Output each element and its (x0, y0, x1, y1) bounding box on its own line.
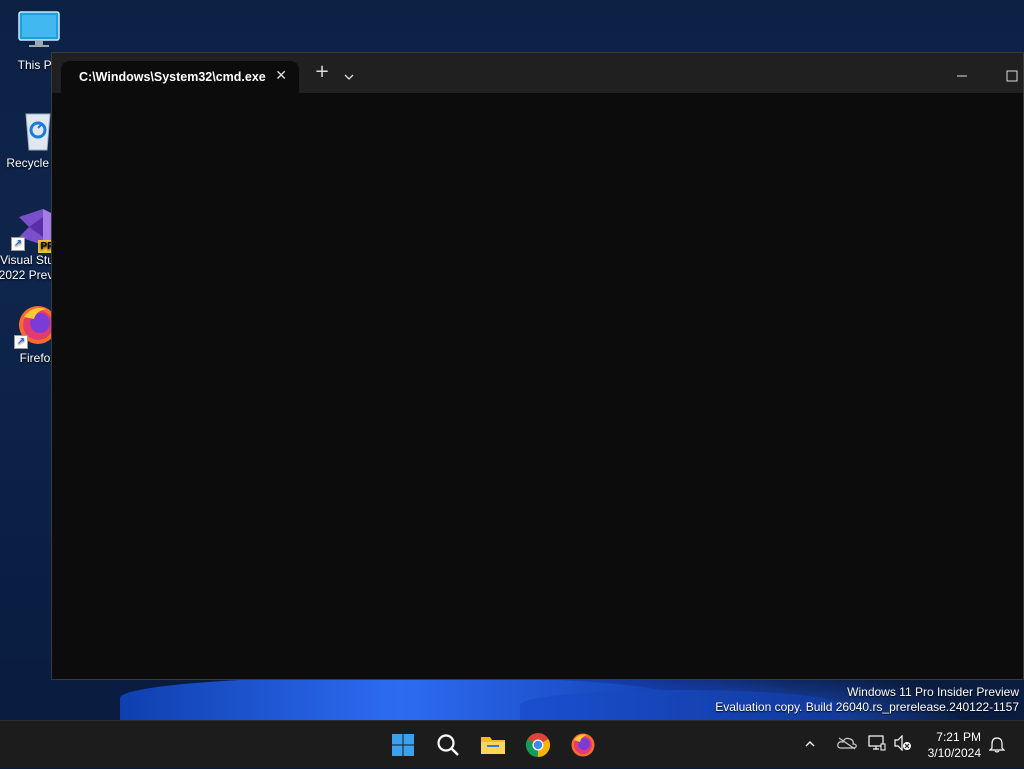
start-icon (392, 734, 414, 756)
onedrive-button[interactable] (837, 736, 859, 755)
firefox-taskbar-button[interactable] (567, 729, 599, 761)
minimize-icon (957, 75, 967, 77)
search-icon (437, 734, 459, 756)
onedrive-icon (837, 737, 857, 749)
tab-cmd[interactable]: C:\Windows\System32\cmd.exe ✕ (61, 61, 299, 93)
chrome-button[interactable] (522, 729, 554, 761)
chevron-up-icon (805, 741, 815, 747)
maximize-icon (1006, 70, 1018, 82)
network-button[interactable] (868, 734, 890, 756)
clock-time: 7:21 PM (936, 730, 981, 744)
tab-title: C:\Windows\System32\cmd.exe (79, 70, 266, 84)
bell-icon (988, 737, 1006, 753)
file-explorer-button[interactable] (477, 729, 509, 761)
title-bar[interactable]: C:\Windows\System32\cmd.exe ✕ + (52, 53, 1023, 93)
show-hidden-icons-button[interactable] (804, 736, 822, 754)
network-icon (868, 734, 886, 750)
watermark-line1: Windows 11 Pro Insider Preview (847, 685, 1019, 699)
clock[interactable]: 7:21 PM 3/10/2024 (928, 729, 981, 761)
system-tray (804, 721, 916, 769)
watermark-line2: Evaluation copy. Build 26040.rs_prerelea… (715, 700, 1019, 714)
taskbar: 7:21 PM 3/10/2024 (0, 720, 1024, 768)
chevron-down-icon (344, 74, 354, 80)
terminal-output-area[interactable] (52, 93, 1023, 679)
file-explorer-icon (481, 737, 505, 754)
clock-date: 3/10/2024 (927, 746, 981, 760)
maximize-button[interactable] (1002, 67, 1022, 82)
monitor-icon (17, 10, 61, 54)
tab-dropdown-button[interactable] (341, 67, 357, 81)
shortcut-arrow-icon: ↗ (14, 335, 28, 349)
evaluation-watermark: Windows 11 Pro Insider Preview Evaluatio… (715, 685, 1019, 715)
volume-button[interactable] (894, 734, 916, 756)
minimize-button[interactable] (952, 67, 972, 79)
shortcut-arrow-icon: ↗ (11, 237, 25, 251)
start-button[interactable] (387, 729, 419, 761)
search-button[interactable] (432, 729, 464, 761)
chrome-icon (525, 733, 551, 757)
close-tab-button[interactable]: ✕ (275, 68, 287, 84)
volume-muted-icon (894, 734, 911, 751)
notifications-button[interactable] (988, 737, 1006, 753)
terminal-window[interactable]: C:\Windows\System32\cmd.exe ✕ + (51, 52, 1024, 680)
new-tab-button[interactable]: + (314, 63, 330, 81)
firefox-icon (571, 733, 595, 757)
